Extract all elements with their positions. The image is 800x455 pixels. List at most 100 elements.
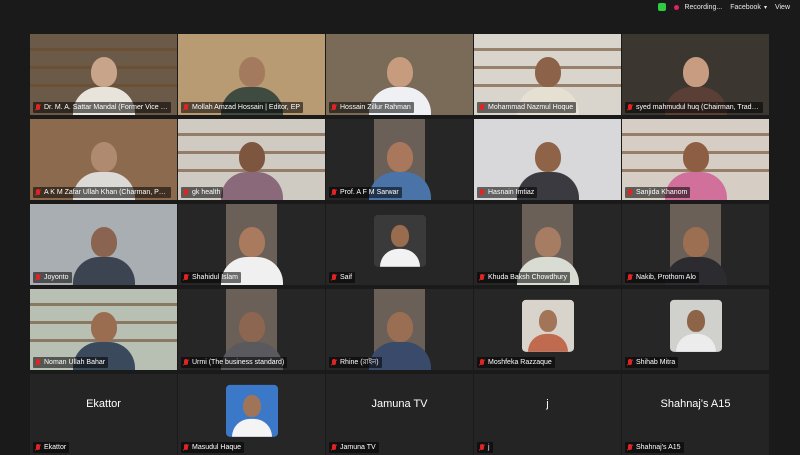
participant-name-label: Shahidul Islam bbox=[181, 272, 241, 283]
muted-mic-icon bbox=[331, 274, 337, 281]
participant-tile[interactable]: A K M Zafar Ullah Khan (Charman, Padma..… bbox=[30, 119, 177, 200]
participant-name: Rhine (রাইন) bbox=[340, 359, 379, 366]
participant-name-label: Khuda Baksh Chowdhury bbox=[477, 272, 570, 283]
live-stream-menu[interactable]: Facebook ▾ bbox=[730, 4, 767, 11]
participant-name: Joyonto bbox=[44, 274, 69, 281]
recording-indicator[interactable]: Recording... bbox=[674, 4, 722, 11]
participant-name-label: Rhine (রাইন) bbox=[329, 357, 382, 368]
participant-tile[interactable]: Khuda Baksh Chowdhury bbox=[474, 204, 621, 285]
participant-tile[interactable]: Nakib, Prothom Alo bbox=[622, 204, 769, 285]
participant-tile[interactable]: syed mahmudul huq (Chairman, Trade Se... bbox=[622, 34, 769, 115]
participant-name: Mollah Amzad Hossain | Editor, EP bbox=[192, 104, 301, 111]
participant-name-label: Ekattor bbox=[33, 442, 70, 453]
participant-head bbox=[90, 227, 117, 257]
muted-mic-icon bbox=[627, 189, 633, 196]
participant-tile[interactable]: Jamuna TV Jamuna TV bbox=[326, 374, 473, 455]
participant-name: syed mahmudul huq (Chairman, Trade Se... bbox=[636, 104, 763, 111]
chevron-down-icon: ▾ bbox=[763, 4, 767, 11]
muted-mic-icon bbox=[479, 189, 485, 196]
participant-tile[interactable]: Urmi (The business standard) bbox=[178, 289, 325, 370]
participant-torso bbox=[220, 172, 283, 200]
participant-tile[interactable]: Prof. A F M Sarwar bbox=[326, 119, 473, 200]
participant-head bbox=[238, 57, 265, 87]
participant-tile[interactable]: jj bbox=[474, 374, 621, 455]
participant-figure bbox=[527, 307, 568, 352]
muted-mic-icon bbox=[183, 359, 189, 366]
participant-tile[interactable]: Saif bbox=[326, 204, 473, 285]
participant-head bbox=[242, 394, 261, 417]
participant-name-label: Hossain Zillur Rahman bbox=[329, 102, 414, 113]
participant-tile[interactable]: Rhine (রাইন) bbox=[326, 289, 473, 370]
background-shelf bbox=[30, 303, 177, 306]
participant-display-name: Shahnaj's A15 bbox=[660, 398, 731, 410]
participant-name-label: Mollah Amzad Hossain | Editor, EP bbox=[181, 102, 304, 113]
participant-torso bbox=[379, 248, 420, 267]
profile-picture bbox=[669, 299, 722, 352]
participant-name-label: Nakib, Prothom Alo bbox=[625, 272, 699, 283]
participant-name: Shahidul Islam bbox=[192, 274, 238, 281]
participant-tile[interactable]: Mollah Amzad Hossain | Editor, EP bbox=[178, 34, 325, 115]
participant-tile[interactable]: Masudul Haque bbox=[178, 374, 325, 455]
participant-tile[interactable]: Moshfeka Razzaque bbox=[474, 289, 621, 370]
muted-mic-icon bbox=[479, 104, 485, 111]
recording-label: Recording... bbox=[684, 3, 723, 11]
participant-head bbox=[682, 57, 709, 87]
participant-name: Khuda Baksh Chowdhury bbox=[488, 274, 567, 281]
muted-mic-icon bbox=[35, 274, 41, 281]
participant-display-name: Jamuna TV bbox=[371, 398, 428, 410]
participant-tile[interactable]: Shahnaj's A15 Shahnaj's A15 bbox=[622, 374, 769, 455]
participant-head bbox=[238, 227, 265, 257]
participant-name-label: Mohammad Nazmul Hoque bbox=[477, 102, 577, 113]
participant-tile[interactable]: Mohammad Nazmul Hoque bbox=[474, 34, 621, 115]
participant-tile[interactable]: Ekattor Ekattor bbox=[30, 374, 177, 455]
participant-tile[interactable]: Noman Ullah Bahar bbox=[30, 289, 177, 370]
background-shelf bbox=[30, 48, 177, 51]
participant-figure bbox=[379, 222, 420, 267]
participant-head bbox=[238, 142, 265, 172]
participant-name-label: Shihab Mitra bbox=[625, 357, 679, 368]
participant-tile[interactable]: Sanjida Khanom bbox=[622, 119, 769, 200]
participant-head bbox=[682, 142, 709, 172]
participant-tile[interactable]: Shihab Mitra bbox=[622, 289, 769, 370]
participant-name-label: syed mahmudul huq (Chairman, Trade Se... bbox=[625, 102, 763, 113]
background-shelf bbox=[474, 48, 621, 51]
participant-head bbox=[90, 142, 117, 172]
participant-head bbox=[538, 309, 557, 332]
profile-picture bbox=[521, 299, 574, 352]
muted-mic-icon bbox=[331, 189, 337, 196]
muted-mic-icon bbox=[183, 104, 189, 111]
participant-name-label: Sanjida Khanom bbox=[625, 187, 691, 198]
gallery-grid: Dr. M. A. Sattar Mandal (Former Vice Cha… bbox=[30, 34, 769, 455]
participant-figure bbox=[231, 392, 272, 437]
participant-name: A K M Zafar Ullah Khan (Charman, Padma..… bbox=[44, 189, 171, 196]
participant-name-label: A K M Zafar Ullah Khan (Charman, Padma..… bbox=[33, 187, 171, 198]
participant-name-label: Prof. A F M Sarwar bbox=[329, 187, 402, 198]
participant-name: Hossain Zillur Rahman bbox=[340, 104, 411, 111]
participant-name-label: j bbox=[477, 442, 493, 453]
participant-name-label: Saif bbox=[329, 272, 356, 283]
participant-head bbox=[238, 312, 265, 342]
participant-display-name: Ekattor bbox=[86, 398, 121, 410]
participant-head bbox=[390, 224, 409, 247]
participant-name: Shihab Mitra bbox=[636, 359, 676, 366]
participant-name: Sanjida Khanom bbox=[636, 189, 688, 196]
muted-mic-icon bbox=[479, 274, 485, 281]
participant-tile[interactable]: Hasnain Imtiaz bbox=[474, 119, 621, 200]
participant-name-label: Dr. M. A. Sattar Mandal (Former Vice Cha… bbox=[33, 102, 171, 113]
participant-name: Hasnain Imtiaz bbox=[488, 189, 535, 196]
participant-tile[interactable]: Hossain Zillur Rahman bbox=[326, 34, 473, 115]
participant-name-label: Moshfeka Razzaque bbox=[477, 357, 555, 368]
participant-tile[interactable]: Joyonto bbox=[30, 204, 177, 285]
recording-dot-icon bbox=[674, 4, 680, 10]
shield-icon bbox=[658, 3, 667, 11]
participant-name: Moshfeka Razzaque bbox=[488, 359, 552, 366]
muted-mic-icon bbox=[35, 104, 41, 111]
participant-tile[interactable]: Shahidul Islam bbox=[178, 204, 325, 285]
participant-name: Urmi (The business standard) bbox=[192, 359, 285, 366]
top-status-bar: Recording... Facebook ▾ View bbox=[0, 0, 800, 14]
view-menu[interactable]: View bbox=[775, 4, 790, 11]
participant-tile[interactable]: gk health bbox=[178, 119, 325, 200]
participant-name: Noman Ullah Bahar bbox=[44, 359, 106, 366]
participant-tile[interactable]: Dr. M. A. Sattar Mandal (Former Vice Cha… bbox=[30, 34, 177, 115]
participant-display-name: j bbox=[546, 398, 549, 410]
